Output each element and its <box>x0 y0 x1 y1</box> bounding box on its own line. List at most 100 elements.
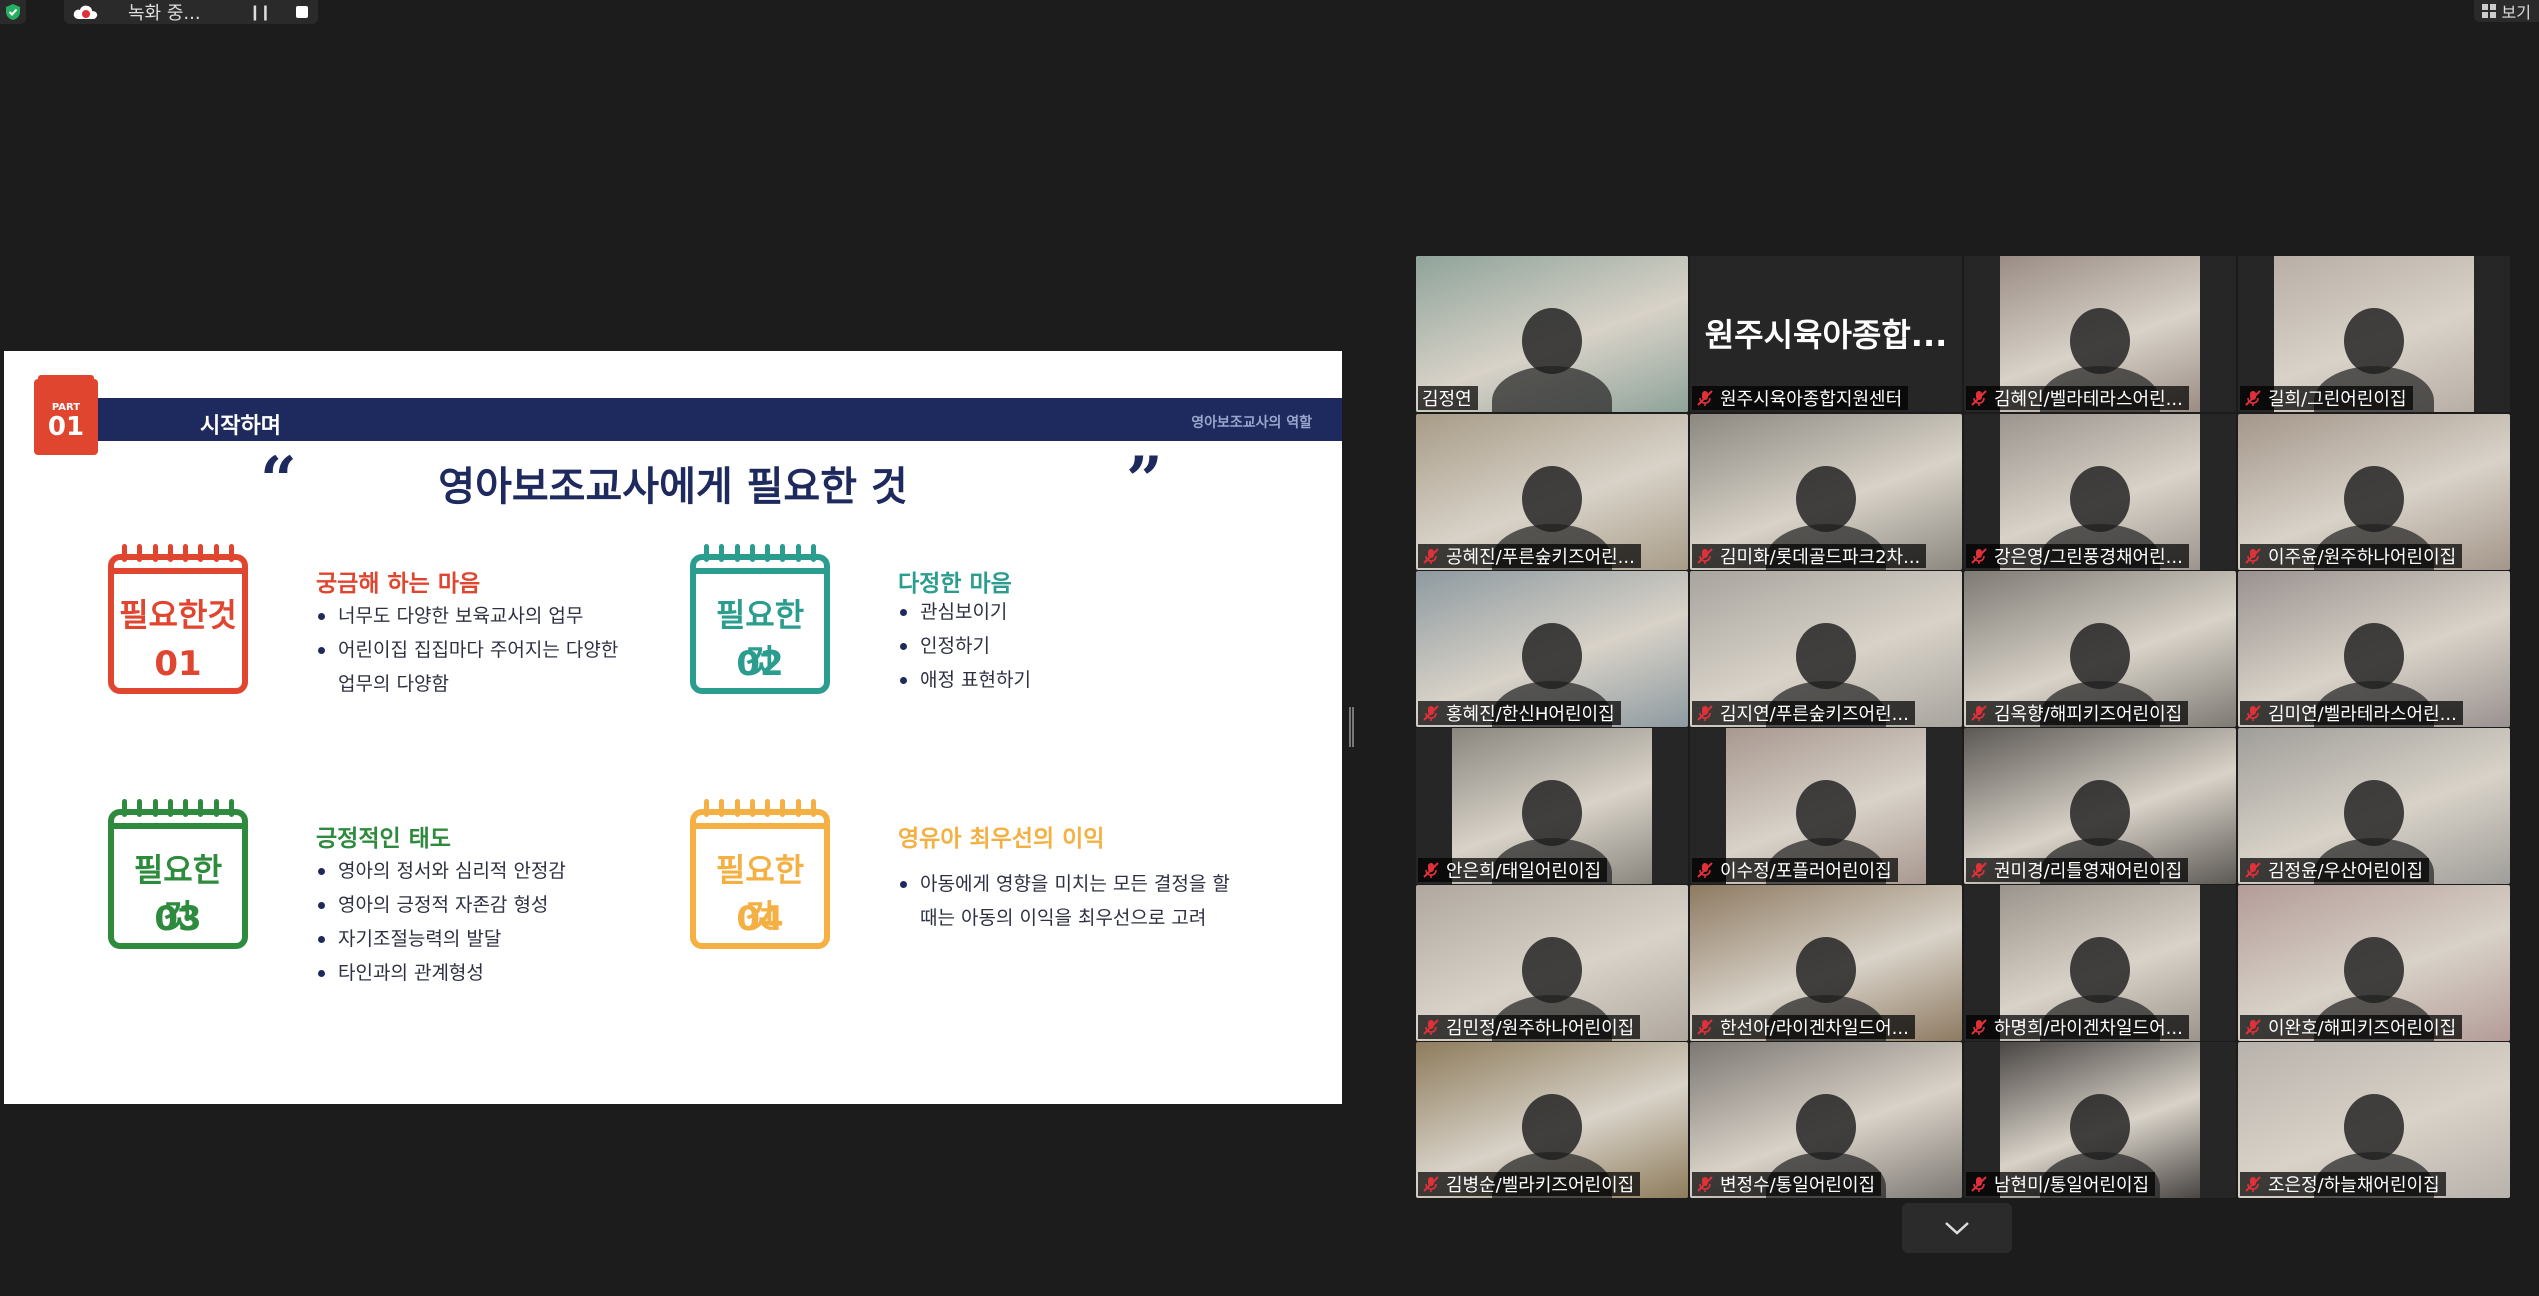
participant-name: 원주시육아종합지원센터 <box>1720 389 1903 410</box>
security-shield-icon[interactable] <box>0 0 26 24</box>
participant-tile[interactable]: 이주윤/원주하나어린이집 <box>2238 414 2510 570</box>
bullet-item: 아동에게 영향을 미치는 모든 결정을 할 <box>898 867 1230 901</box>
participant-display-name: 원주시육아종합... <box>1704 316 1948 354</box>
participant-name-label: 홍혜진/한신H어린이집 <box>1418 701 1621 725</box>
participant-tile[interactable]: 김옥향/해피키즈어린이집 <box>1964 571 2236 727</box>
muted-mic-icon <box>2245 705 2261 721</box>
gallery-scroll-down-button[interactable] <box>1902 1203 2012 1253</box>
participant-head <box>2070 780 2130 846</box>
participant-name: 김정윤/우산어린이집 <box>2268 861 2424 882</box>
participant-tile[interactable]: 한선아/라이겐차일드어... <box>1690 885 1962 1041</box>
bullet-item: 어린이집 집집마다 주어지는 다양한 <box>316 633 618 667</box>
participant-head <box>2344 1094 2404 1160</box>
bullet-item: 너무도 다양한 보육교사의 업무 <box>316 599 618 633</box>
participant-name: 길희/그린어린이집 <box>2268 389 2407 410</box>
participant-head <box>1796 780 1856 846</box>
participant-tile[interactable]: 남현미/통일어린이집 <box>1964 1042 2236 1198</box>
participant-name: 홍혜진/한신H어린이집 <box>1446 704 1615 725</box>
bullet-item: 영아의 정서와 심리적 안정감 <box>316 854 566 888</box>
participant-head <box>1522 623 1582 689</box>
need-card-number: 01 <box>154 644 202 684</box>
participant-name-label: 원주시육아종합지원센터 <box>1692 386 1909 410</box>
need-card-bullets: 관심보이기 인정하기 애정 표현하기 <box>898 595 1031 697</box>
participant-name-label: 김옥향/해피키즈어린이집 <box>1966 701 2189 725</box>
participant-tile[interactable]: 김민정/원주하나어린이집 <box>1416 885 1688 1041</box>
pause-recording-icon[interactable]: ❙❙ <box>249 3 272 21</box>
participant-name-label: 권미경/리틀영재어린이집 <box>1966 858 2189 882</box>
participant-name: 변정수/통일어린이집 <box>1720 1175 1876 1196</box>
participant-tile[interactable]: 김병순/벨라키즈어린이집 <box>1416 1042 1688 1198</box>
participant-tile[interactable]: 김지연/푸른숲키즈어린... <box>1690 571 1962 727</box>
participant-head <box>2070 1094 2130 1160</box>
cloud-record-icon <box>73 5 98 19</box>
muted-mic-icon <box>1697 1019 1713 1035</box>
need-card-number: 02 <box>736 644 784 684</box>
participant-tile[interactable]: 공혜진/푸른숲키즈어린... <box>1416 414 1688 570</box>
participant-tile[interactable]: 김미화/롯데골드파크2차... <box>1690 414 1962 570</box>
participant-head <box>1522 1094 1582 1160</box>
participant-head <box>1522 780 1582 846</box>
participant-name: 이수정/포플러어린이집 <box>1720 861 1892 882</box>
participant-tile[interactable]: 이수정/포플러어린이집 <box>1690 728 1962 884</box>
participant-tile[interactable]: 이완호/해피키즈어린이집 <box>2238 885 2510 1041</box>
bullet-item: 애정 표현하기 <box>898 663 1031 697</box>
part-number: 01 <box>47 412 85 442</box>
cloud-recording-indicator: 녹화 중... ❙❙ <box>64 0 318 24</box>
participant-tile[interactable]: 김혜인/벨라테라스어린... <box>1964 256 2236 412</box>
participant-name-label: 이완호/해피키즈어린이집 <box>2240 1015 2463 1039</box>
participant-head <box>1796 623 1856 689</box>
meeting-topbar: 녹화 중... ❙❙ <box>0 0 318 24</box>
participant-tile[interactable]: 변정수/통일어린이집 <box>1690 1042 1962 1198</box>
participant-name: 김정연 <box>1422 389 1472 410</box>
bullet-item: 자기조절능력의 발달 <box>316 922 566 956</box>
stop-recording-icon[interactable] <box>295 6 308 18</box>
need-card-number: 03 <box>154 899 202 939</box>
participant-name: 한선아/라이겐차일드어... <box>1720 1018 1909 1039</box>
need-card-1: 필요한것 01 <box>108 544 248 694</box>
view-grid-icon <box>2481 4 2496 18</box>
participant-head <box>2070 466 2130 532</box>
muted-mic-icon <box>1697 705 1713 721</box>
participant-tile[interactable]: 강은영/그린풍경채어린... <box>1964 414 2236 570</box>
calendar-rings <box>122 799 234 817</box>
participant-tile[interactable]: 하명희/라이겐차일드어... <box>1964 885 2236 1041</box>
participant-tile[interactable]: 김미연/벨라테라스어린... <box>2238 571 2510 727</box>
participant-name: 김지연/푸른숲키즈어린... <box>1720 704 1909 725</box>
bullet-item: 관심보이기 <box>898 595 1031 629</box>
slide-topic-label: 영아보조교사의 역할 <box>1191 415 1312 431</box>
participant-tile[interactable]: 원주시육아종합... 원주시육아종합지원센터 <box>1690 256 1962 412</box>
participant-head <box>1522 466 1582 532</box>
participant-name: 공혜진/푸른숲키즈어린... <box>1446 547 1635 568</box>
muted-mic-icon <box>1697 548 1713 564</box>
participant-name-label: 강은영/그린풍경채어린... <box>1966 544 2189 568</box>
participant-tile[interactable]: 김정윤/우산어린이집 <box>2238 728 2510 884</box>
participant-name-label: 김민정/원주하나어린이집 <box>1418 1015 1641 1039</box>
participant-name: 조은정/하늘채어린이집 <box>2268 1175 2440 1196</box>
muted-mic-icon <box>2245 548 2261 564</box>
muted-mic-icon <box>1971 390 1987 406</box>
participant-head <box>2344 937 2404 1003</box>
participant-name: 권미경/리틀영재어린이집 <box>1994 861 2183 882</box>
participant-name-label: 조은정/하늘채어린이집 <box>2240 1172 2446 1196</box>
participant-name-label: 안은희/태일어린이집 <box>1418 858 1608 882</box>
need-card-heading: 영유아 최우선의 이익 <box>898 826 1105 852</box>
participant-tile[interactable]: 안은희/태일어린이집 <box>1416 728 1688 884</box>
participant-head <box>2344 308 2404 374</box>
muted-mic-icon <box>1423 862 1439 878</box>
calendar-band <box>696 823 824 829</box>
participant-name: 하명희/라이겐차일드어... <box>1994 1018 2183 1039</box>
bullet-item: 업무의 다양함 <box>338 673 449 695</box>
split-view-resize-handle[interactable] <box>1349 707 1354 747</box>
muted-mic-icon <box>1423 1019 1439 1035</box>
view-button[interactable]: 보기 <box>2473 0 2539 22</box>
muted-mic-icon <box>1697 390 1713 406</box>
need-card-bullets: 아동에게 영향을 미치는 모든 결정을 할 때는 아동의 이익을 최우선으로 고려 <box>898 867 1230 935</box>
participant-name: 강은영/그린풍경채어린... <box>1994 547 2183 568</box>
participant-tile[interactable]: 조은정/하늘채어린이집 <box>2238 1042 2510 1198</box>
participant-name: 김옥향/해피키즈어린이집 <box>1994 704 2183 725</box>
participant-tile[interactable]: 권미경/리틀영재어린이집 <box>1964 728 2236 884</box>
participant-tile[interactable]: 김정연 <box>1416 256 1688 412</box>
participant-name: 김미화/롯데골드파크2차... <box>1720 547 1921 568</box>
participant-tile[interactable]: 홍혜진/한신H어린이집 <box>1416 571 1688 727</box>
participant-tile[interactable]: 길희/그린어린이집 <box>2238 256 2510 412</box>
